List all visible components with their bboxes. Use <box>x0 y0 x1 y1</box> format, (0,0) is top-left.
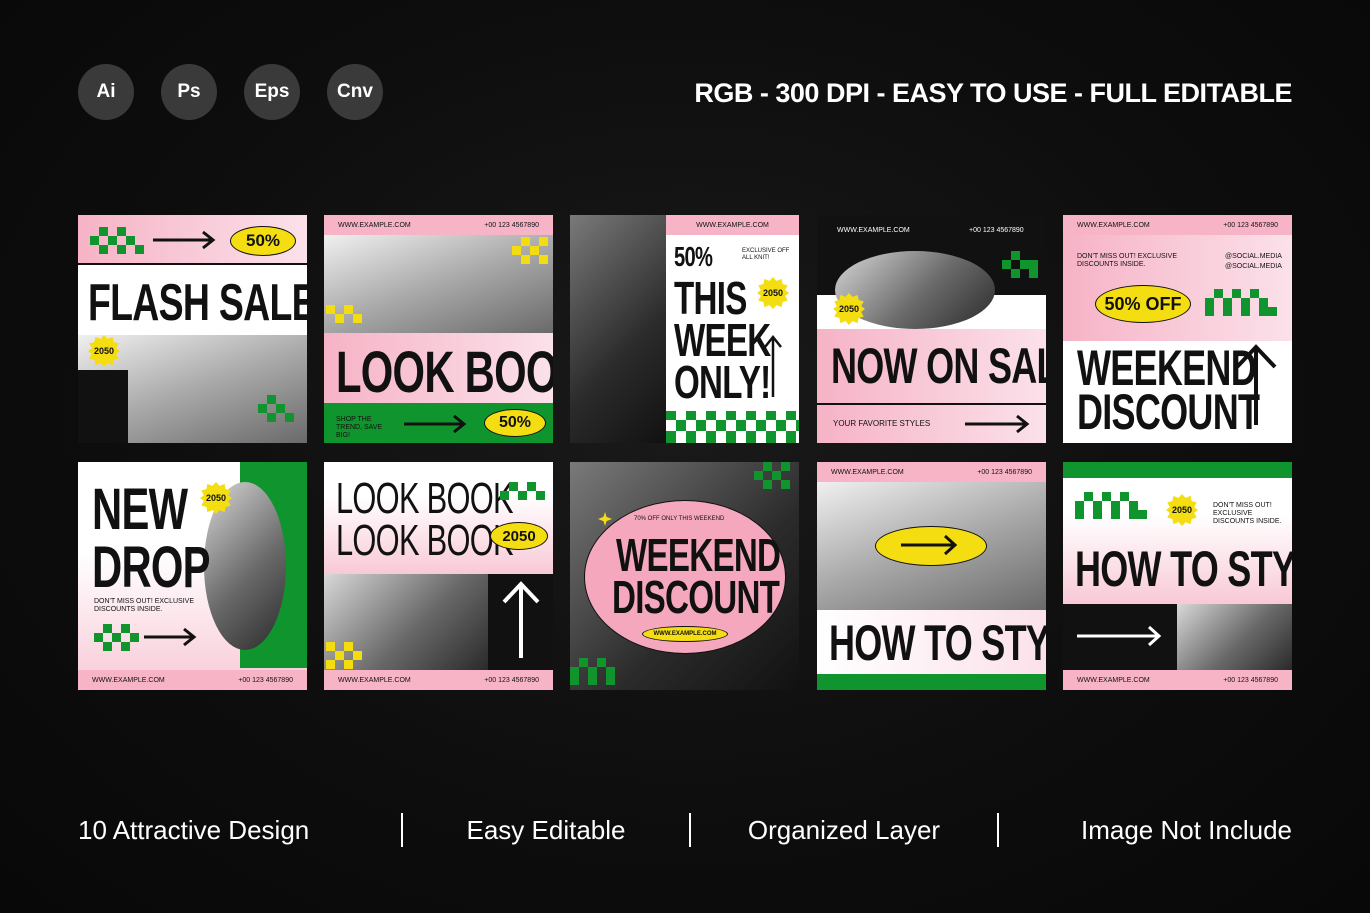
card-how-to-style-building: WWW.EXAMPLE.COM +00 123 4567890 HOW TO ST… <box>817 462 1046 690</box>
arrow-up-icon <box>502 581 540 658</box>
card-look-book-double: LOOK BOOK LOOK BOOK 2050 WWW.EXAMPLE.COM… <box>324 462 553 690</box>
card-title: FLASH SALE <box>88 274 307 332</box>
card-title: LOOK BOOK <box>336 340 553 405</box>
arrow-right-icon <box>901 534 958 556</box>
headline-line2: DISCOUNT <box>612 571 780 623</box>
arrow-up-icon <box>1235 344 1277 425</box>
tagline: YOUR FAVORITE STYLES <box>833 419 931 428</box>
info-bar: WWW.EXAMPLE.COM +00 123 4567890 <box>324 670 553 690</box>
arrow-right-icon <box>404 414 467 434</box>
social-handle: @SOCIAL.MEDIA <box>1225 253 1282 260</box>
arrow-right-icon <box>153 230 216 250</box>
badge-ai: Ai <box>78 64 134 120</box>
checker-pattern <box>1205 289 1285 323</box>
checker-pattern <box>326 305 366 333</box>
checker-pattern <box>1075 492 1155 526</box>
social-handle: @SOCIAL.MEDIA <box>1225 263 1282 270</box>
headline-line2: DISCOUNT <box>1077 384 1260 440</box>
year-pill: 2050 <box>490 522 548 550</box>
discount-pill: 50% OFF <box>1095 285 1191 323</box>
checker-pattern <box>90 227 144 255</box>
discount-pill: 50% <box>484 409 546 437</box>
card-this-week-only: WWW.EXAMPLE.COM 50% EXCLUSIVE OFF ALL KN… <box>570 215 799 443</box>
discount-text: 50% <box>674 241 713 272</box>
info-bar: WWW.EXAMPLE.COM <box>666 215 799 235</box>
checker-pattern <box>258 395 303 431</box>
info-bar: WWW.EXAMPLE.COM +00 123 4567890 <box>817 462 1046 482</box>
website: WWW.EXAMPLE.COM <box>837 227 910 234</box>
format-badges: Ai Ps Eps Cnv <box>78 64 383 120</box>
feature-easy-editable: Easy Editable <box>466 814 626 845</box>
arrow-right-icon <box>1077 625 1162 647</box>
checker-pattern <box>326 642 366 670</box>
feature-organized-layer: Organized Layer <box>747 814 941 845</box>
card-look-book: WWW.EXAMPLE.COM+00 123 4567890 LOOK BOOK… <box>324 215 553 443</box>
card-title: HOW TO STYLE <box>1075 541 1292 597</box>
feature-footer: 10 Attractive Design Easy Editable Organ… <box>78 812 1292 848</box>
tagline: SHOP THE TREND, SAVE BIG! <box>336 416 383 439</box>
info-bar: WWW.EXAMPLE.COM +00 123 4567890 <box>78 670 307 690</box>
photo <box>570 215 666 443</box>
card-how-to-style-portrait: 2050 DON'T MISS OUT! EXCLUSIVE DISCOUNTS… <box>1063 462 1292 690</box>
card-weekend-discount-circle: 70% OFF ONLY THIS WEEKEND WEEKEND DISCOU… <box>570 462 799 690</box>
headline-line2: DROP <box>92 535 210 600</box>
card-weekend-discount: WWW.EXAMPLE.COM +00 123 4567890 DON'T MIS… <box>1063 215 1292 443</box>
info-bar: WWW.EXAMPLE.COM +00 123 4567890 <box>1063 670 1292 690</box>
feature-headline: RGB - 300 DPI - EASY TO USE - FULL EDITA… <box>694 78 1292 108</box>
exclusive-note: EXCLUSIVE OFF ALL KNIT! <box>742 248 790 261</box>
headline-line2: LOOK BOOK <box>336 516 514 565</box>
card-title: HOW TO STYLE <box>829 615 1046 671</box>
exclusive-note: DON'T MISS OUT! EXCLUSIVE DISCOUNTS INSI… <box>1077 253 1178 268</box>
background <box>0 0 1370 913</box>
badge-cnv: Cnv <box>327 64 383 120</box>
checker-pattern <box>570 658 624 690</box>
feature-image-not-include: Image Not Include <box>1080 814 1292 845</box>
feature-attractive-design: 10 Attractive Design <box>78 814 310 845</box>
checker-pattern <box>1002 251 1046 283</box>
checker-pattern <box>754 462 799 494</box>
arrow-right-icon <box>965 414 1030 434</box>
card-title: NOW ON SALE <box>831 338 1046 394</box>
discount-pill: 50% <box>230 226 296 256</box>
info-bar: WWW.EXAMPLE.COM +00 123 4567890 <box>324 215 553 235</box>
website-pill[interactable]: WWW.EXAMPLE.COM <box>642 626 728 642</box>
arrow-up-icon <box>764 334 782 397</box>
phone: +00 123 4567890 <box>969 227 1024 234</box>
checker-pattern <box>500 482 545 510</box>
checker-pattern <box>512 237 552 265</box>
headline-line1: NEW <box>92 477 188 542</box>
info-bar: WWW.EXAMPLE.COM +00 123 4567890 <box>1063 215 1292 235</box>
promo-note: 70% OFF ONLY THIS WEEKEND <box>634 516 725 522</box>
exclusive-note: DON'T MISS OUT! EXCLUSIVE DISCOUNTS INSI… <box>1213 502 1282 525</box>
headline-line3: ONLY! <box>674 356 771 408</box>
card-new-drop: NEW DROP 2050 DON'T MISS OUT! EXCLUSIVE … <box>78 462 307 690</box>
checker-pattern <box>94 624 139 654</box>
arrow-right-icon <box>144 627 197 647</box>
badge-eps: Eps <box>244 64 300 120</box>
year-badge: 2050 <box>757 277 789 309</box>
badge-ps: Ps <box>161 64 217 120</box>
photo <box>1177 604 1292 670</box>
card-now-on-sale: WWW.EXAMPLE.COM +00 123 4567890 2050 NOW… <box>817 215 1046 443</box>
card-flash-sale: 50% FLASH SALE 2050 <box>78 215 307 443</box>
exclusive-note: DON'T MISS OUT! EXCLUSIVE DISCOUNTS INSI… <box>94 598 195 613</box>
